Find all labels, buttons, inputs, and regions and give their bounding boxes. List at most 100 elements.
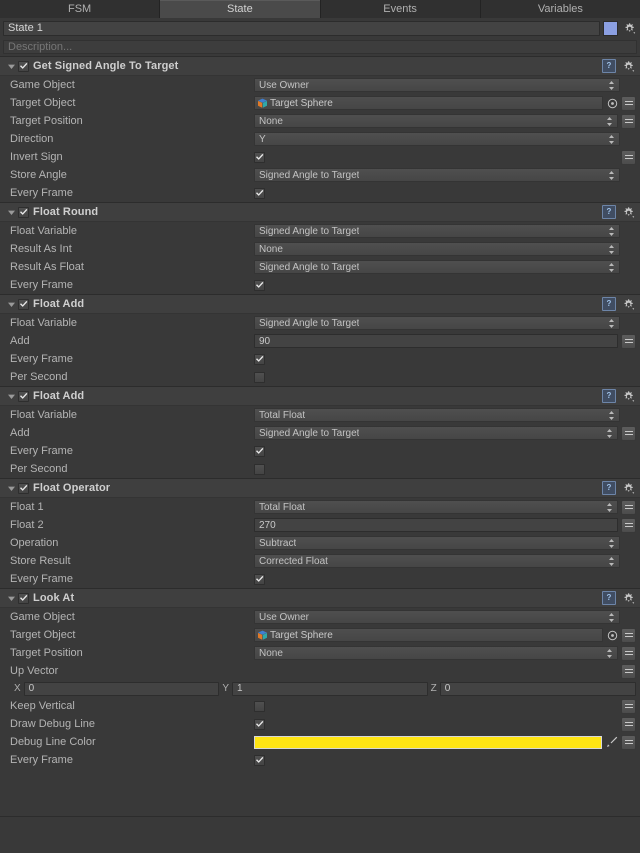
stepper-arrows-icon[interactable] — [604, 612, 615, 623]
stepper-arrows-icon[interactable] — [604, 556, 615, 567]
checkbox[interactable] — [254, 353, 265, 365]
help-book-icon[interactable]: ? — [602, 205, 616, 219]
row-menu-button[interactable] — [621, 698, 636, 714]
eyedropper-icon[interactable] — [605, 736, 618, 749]
state-color-swatch[interactable] — [603, 20, 618, 36]
row-menu-button[interactable] — [621, 149, 636, 165]
action-enabled-checkbox[interactable] — [18, 60, 29, 72]
dropdown-field[interactable]: Corrected Float — [254, 554, 620, 568]
action-settings-gear-icon[interactable] — [620, 591, 636, 605]
action-header[interactable]: Get Signed Angle To Target? — [0, 56, 640, 76]
object-field[interactable]: Target Sphere — [254, 628, 603, 642]
stepper-arrows-icon[interactable] — [604, 134, 615, 145]
checkbox[interactable] — [254, 371, 265, 383]
state-name-input[interactable]: State 1 — [3, 20, 600, 36]
checkbox[interactable] — [254, 700, 265, 712]
row-menu-button[interactable] — [621, 499, 636, 515]
dropdown-field[interactable]: Use Owner — [254, 610, 620, 624]
object-picker-icon[interactable] — [606, 629, 618, 641]
dropdown-field[interactable]: None — [254, 242, 620, 256]
stepper-arrows-icon[interactable] — [604, 410, 615, 421]
action-settings-gear-icon[interactable] — [620, 59, 636, 73]
action-enabled-checkbox[interactable] — [18, 206, 29, 218]
dropdown-field[interactable]: Signed Angle to Target — [254, 316, 620, 330]
dropdown-field[interactable]: None — [254, 114, 618, 128]
row-menu-button[interactable] — [621, 663, 636, 679]
vector-y-input[interactable]: 1 — [232, 681, 428, 696]
action-header[interactable]: Float Round? — [0, 202, 640, 222]
stepper-arrows-icon[interactable] — [604, 244, 615, 255]
help-book-icon[interactable]: ? — [602, 389, 616, 403]
stepper-arrows-icon[interactable] — [604, 170, 615, 181]
checkbox[interactable] — [254, 151, 265, 163]
row-menu-button[interactable] — [621, 627, 636, 643]
dropdown-field[interactable]: Signed Angle to Target — [254, 260, 620, 274]
foldout-triangle-icon[interactable] — [6, 391, 17, 402]
vector-z-input[interactable]: 0 — [439, 681, 636, 696]
foldout-triangle-icon[interactable] — [6, 61, 17, 72]
checkbox[interactable] — [254, 754, 265, 766]
action-settings-gear-icon[interactable] — [620, 481, 636, 495]
action-enabled-checkbox[interactable] — [18, 482, 29, 494]
stepper-arrows-icon[interactable] — [604, 80, 615, 91]
row-menu-button[interactable] — [621, 113, 636, 129]
tab-fsm[interactable]: FSM — [0, 0, 161, 18]
stepper-arrows-icon[interactable] — [602, 116, 613, 127]
stepper-arrows-icon[interactable] — [602, 428, 613, 439]
action-settings-gear-icon[interactable] — [620, 389, 636, 403]
action-enabled-checkbox[interactable] — [18, 298, 29, 310]
dropdown-field[interactable]: Signed Angle to Target — [254, 426, 618, 440]
text-input[interactable]: 270 — [254, 518, 618, 532]
object-picker-icon[interactable] — [606, 97, 618, 109]
checkbox[interactable] — [254, 187, 265, 199]
action-header[interactable]: Float Add? — [0, 386, 640, 406]
stepper-arrows-icon[interactable] — [602, 648, 613, 659]
dropdown-field[interactable]: Subtract — [254, 536, 620, 550]
help-book-icon[interactable]: ? — [602, 481, 616, 495]
checkbox[interactable] — [254, 463, 265, 475]
action-header[interactable]: Float Add? — [0, 294, 640, 314]
row-menu-button[interactable] — [621, 734, 636, 750]
action-settings-gear-icon[interactable] — [620, 297, 636, 311]
dropdown-field[interactable]: None — [254, 646, 618, 660]
dropdown-field[interactable]: Signed Angle to Target — [254, 168, 620, 182]
object-field[interactable]: Target Sphere — [254, 96, 603, 110]
action-enabled-checkbox[interactable] — [18, 592, 29, 604]
stepper-arrows-icon[interactable] — [604, 226, 615, 237]
action-enabled-checkbox[interactable] — [18, 390, 29, 402]
checkbox[interactable] — [254, 573, 265, 585]
row-menu-button[interactable] — [621, 716, 636, 732]
help-book-icon[interactable]: ? — [602, 59, 616, 73]
help-book-icon[interactable]: ? — [602, 297, 616, 311]
dropdown-field[interactable]: Signed Angle to Target — [254, 224, 620, 238]
action-header[interactable]: Float Operator? — [0, 478, 640, 498]
row-menu-button[interactable] — [621, 425, 636, 441]
checkbox[interactable] — [254, 718, 265, 730]
checkbox[interactable] — [254, 279, 265, 291]
vector-x-input[interactable]: 0 — [23, 681, 220, 696]
stepper-arrows-icon[interactable] — [604, 318, 615, 329]
dropdown-field[interactable]: Total Float — [254, 500, 618, 514]
dropdown-field[interactable]: Y — [254, 132, 620, 146]
foldout-triangle-icon[interactable] — [6, 207, 17, 218]
foldout-triangle-icon[interactable] — [6, 299, 17, 310]
tab-state[interactable]: State — [160, 0, 321, 18]
checkbox[interactable] — [254, 445, 265, 457]
foldout-triangle-icon[interactable] — [6, 483, 17, 494]
tab-events[interactable]: Events — [320, 0, 481, 18]
stepper-arrows-icon[interactable] — [604, 262, 615, 273]
row-menu-button[interactable] — [621, 645, 636, 661]
dropdown-field[interactable]: Use Owner — [254, 78, 620, 92]
text-input[interactable]: 90 — [254, 334, 618, 348]
row-menu-button[interactable] — [621, 517, 636, 533]
help-book-icon[interactable]: ? — [602, 591, 616, 605]
dropdown-field[interactable]: Total Float — [254, 408, 620, 422]
state-description-input[interactable]: Description... — [3, 40, 637, 54]
action-settings-gear-icon[interactable] — [620, 205, 636, 219]
row-menu-button[interactable] — [621, 333, 636, 349]
tab-variables[interactable]: Variables — [480, 0, 640, 18]
color-swatch-field[interactable] — [254, 735, 602, 749]
stepper-arrows-icon[interactable] — [602, 502, 613, 513]
action-header[interactable]: Look At? — [0, 588, 640, 608]
gear-icon[interactable] — [621, 21, 637, 35]
